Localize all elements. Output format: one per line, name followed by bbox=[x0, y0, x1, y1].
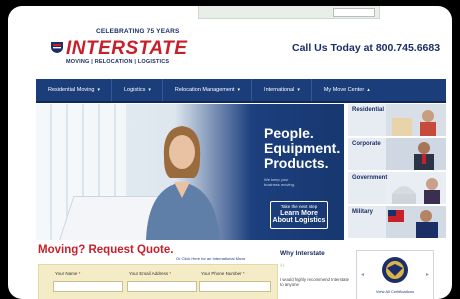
tile-corporate[interactable]: Corporate bbox=[348, 138, 446, 172]
hero-subtext: We keep your business moving. bbox=[264, 177, 295, 187]
service-tiles: Residential Corporate Government Militar… bbox=[348, 104, 446, 240]
brand-subtitle: MOVING | RELOCATION | LOGISTICS bbox=[66, 59, 170, 65]
quote-mark-icon: “ bbox=[280, 260, 285, 276]
phone-field[interactable] bbox=[199, 281, 271, 292]
chevron-down-icon: ▾ bbox=[97, 87, 100, 93]
shield-logo-icon bbox=[51, 42, 63, 53]
nav-logistics[interactable]: Logistics ▾ bbox=[112, 79, 163, 101]
chevron-down-icon: ▾ bbox=[237, 87, 241, 93]
name-field[interactable] bbox=[53, 281, 123, 292]
hero-subtext-line: business moving. bbox=[264, 182, 295, 187]
field-label: Your Email Address bbox=[129, 271, 169, 276]
tile-label: Residential bbox=[352, 107, 385, 113]
tile-military[interactable]: Military bbox=[348, 206, 446, 240]
nav-relocation-management[interactable]: Relocation Management ▾ bbox=[163, 79, 253, 101]
request-quote-title: Moving? Request Quote. bbox=[38, 244, 174, 256]
nav-residential-moving[interactable]: Residential Moving ▾ bbox=[36, 79, 112, 101]
phone-label: Your Phone Number * bbox=[201, 271, 245, 276]
nav-international[interactable]: International ▾ bbox=[252, 79, 312, 101]
why-interstate: Why Interstate “ I would highly recommen… bbox=[280, 250, 350, 287]
why-title: Why Interstate bbox=[280, 250, 325, 257]
call-phone-number[interactable]: Call Us Today at 800.745.6683 bbox=[292, 42, 440, 54]
hero-heading-line: Products. bbox=[264, 155, 329, 171]
military-photo bbox=[386, 206, 446, 238]
government-photo bbox=[386, 172, 446, 204]
required-mark: * bbox=[169, 271, 172, 276]
nav-label: International bbox=[264, 87, 295, 93]
name-label: Your Name * bbox=[55, 271, 80, 276]
cta-line: About Logistics bbox=[272, 217, 326, 224]
anniversary-tagline: CELEBRATING 75 YEARS bbox=[96, 28, 180, 35]
browser-viewport: CELEBRATING 75 YEARS INTERSTATE MOVING |… bbox=[8, 6, 452, 299]
field-label: Your Phone Number bbox=[201, 271, 242, 276]
corporate-photo bbox=[386, 138, 446, 170]
international-move-link[interactable]: Or Click Here for an International Move bbox=[176, 256, 245, 261]
required-mark: * bbox=[242, 271, 245, 276]
quote-form: Your Name * Your Email Address * Your Ph… bbox=[38, 264, 278, 299]
view-certifications-link[interactable]: View All Certifications bbox=[357, 289, 433, 294]
hero-banner: People. Equipment. Products. We keep you… bbox=[36, 104, 344, 240]
cta-line: Learn More bbox=[280, 209, 318, 217]
certification-seal-icon[interactable] bbox=[381, 256, 409, 284]
testimonial-text: I would highly recommend Interstate to a… bbox=[280, 277, 350, 287]
nav-label: Residential Moving bbox=[48, 87, 95, 93]
hero-heading: People. Equipment. Products. bbox=[264, 126, 340, 171]
hero-heading-line: Equipment. bbox=[264, 140, 341, 156]
tile-label: Government bbox=[352, 175, 388, 181]
brand-logo[interactable]: INTERSTATE bbox=[66, 38, 187, 60]
main-nav: Residential Moving ▾ Logistics ▾ Relocatio… bbox=[36, 79, 446, 103]
required-mark: * bbox=[78, 271, 81, 276]
residential-photo bbox=[386, 104, 446, 136]
utility-bar bbox=[198, 6, 380, 19]
nav-label: Logistics bbox=[123, 87, 146, 93]
carousel-prev-icon[interactable]: ◂ bbox=[361, 271, 364, 278]
businesswoman-photo bbox=[146, 126, 220, 240]
chevron-down-icon: ▾ bbox=[297, 87, 300, 93]
tile-label: Corporate bbox=[352, 141, 381, 147]
search-input[interactable] bbox=[333, 8, 375, 17]
carousel-next-icon[interactable]: ▸ bbox=[426, 271, 429, 278]
email-field[interactable] bbox=[127, 281, 197, 292]
chevron-down-icon: ▾ bbox=[148, 87, 151, 93]
tile-label: Military bbox=[352, 209, 374, 215]
tile-government[interactable]: Government bbox=[348, 172, 446, 206]
learn-more-logistics-button[interactable]: Take the next step Learn More About Logi… bbox=[270, 201, 328, 229]
nav-my-move-center[interactable]: My Move Center ▴ bbox=[312, 79, 381, 101]
nav-label: Relocation Management bbox=[174, 87, 235, 93]
tile-residential[interactable]: Residential bbox=[348, 104, 446, 138]
field-label: Your Name bbox=[55, 271, 78, 276]
email-label: Your Email Address * bbox=[129, 271, 171, 276]
nav-label: My Move Center bbox=[323, 87, 365, 93]
certifications-carousel: ◂ ▸ View All Certifications bbox=[356, 250, 434, 299]
hero-heading-line: People. bbox=[264, 125, 314, 141]
chevron-up-icon: ▴ bbox=[367, 87, 370, 93]
